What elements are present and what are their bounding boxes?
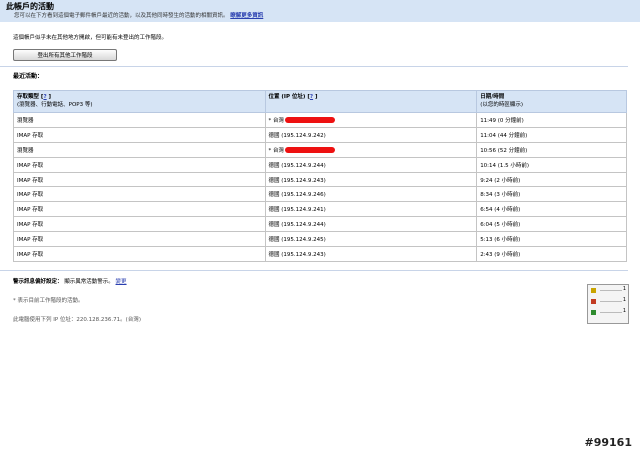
col-datetime-sub: (以您的時區顯示)	[480, 102, 523, 108]
location-cell: 德國 (195.124.9.241)	[264, 201, 478, 218]
location-cell: 德國 (195.124.9.243)	[264, 246, 478, 262]
access-type-cell: IMAP 存取	[13, 231, 266, 248]
leaf-icon	[591, 310, 596, 315]
datetime-cell: 6:54 (4 小時前)	[476, 201, 627, 218]
sign-out-all-sessions-button[interactable]: 登出所有其他工作階段	[13, 49, 117, 61]
side-widget: 1 1 1	[587, 284, 629, 324]
location-cell: 德國 (195.124.9.245)	[264, 231, 478, 248]
location-text: * 台灣	[268, 147, 285, 154]
access-type-cell: IMAP 存取	[13, 156, 266, 173]
session-note: 這個帳戶似乎未在其他地方開啟，但可能有未登出的工作階段。	[13, 35, 168, 41]
page-header: 此帳戶的活動 您可以在下方看到這個電子郵件帳戶最近的活動，以及其他同時發生的活動…	[0, 0, 640, 22]
datetime-cell: 11:49 (0 分鐘前)	[476, 112, 627, 128]
table-row: IMAP 存取 德國 (195.124.9.244) 6:04 (5 小時前)	[13, 216, 627, 233]
widget-bar	[600, 301, 622, 302]
widget-count: 1	[622, 297, 626, 303]
change-alert-link[interactable]: 變更	[116, 279, 127, 285]
location-cell: 德國 (195.124.9.243)	[264, 171, 478, 188]
table-row: IMAP 存取 德國 (195.124.9.241) 6:54 (4 小時前)	[13, 201, 627, 218]
col-datetime: 日期/時間 (以您的時區顯示)	[476, 90, 627, 113]
col-access-type-sub: (瀏覽器、行動電話、POP3 等)	[17, 102, 93, 108]
datetime-cell: 8:34 (3 小時前)	[476, 186, 627, 203]
page-description: 您可以在下方看到這個電子郵件帳戶最近的活動，以及其他同時發生的活動的相關資訊。 …	[6, 12, 634, 21]
location-cell: * 台灣	[264, 141, 478, 158]
col-access-type: 存取類型 [? ] (瀏覽器、行動電話、POP3 等)	[13, 90, 266, 113]
alert-preference-label: 警示訊息偏好設定：	[13, 279, 63, 285]
widget-bar	[600, 290, 622, 291]
datetime-cell: 6:04 (5 小時前)	[476, 216, 627, 233]
recent-activity-heading: 最近活動：	[13, 73, 44, 80]
access-type-cell: IMAP 存取	[13, 246, 266, 262]
location-cell: 德國 (195.124.9.244)	[264, 156, 478, 173]
location-text: 德國 (195.124.9.244)	[268, 222, 326, 229]
access-type-cell: IMAP 存取	[13, 216, 266, 233]
access-type-cell: 瀏覽器	[13, 112, 266, 128]
location-cell: 德國 (195.124.9.246)	[264, 186, 478, 203]
location-text: 德國 (195.124.9.246)	[268, 192, 326, 199]
learn-more-link[interactable]: 瞭解更多資訊	[230, 13, 263, 19]
table-row: 瀏覽器 * 台灣 11:49 (0 分鐘前)	[13, 112, 627, 128]
access-type-cell: IMAP 存取	[13, 126, 266, 143]
current-session-footnote: * 表示目前工作階段的活動。	[13, 298, 84, 304]
widget-bar	[600, 312, 622, 313]
access-type-cell: 瀏覽器	[13, 141, 266, 158]
location-text: 德國 (195.124.9.244)	[268, 162, 326, 169]
location-text: 德國 (195.124.9.242)	[268, 132, 326, 139]
datetime-cell: 2:43 (9 小時前)	[476, 246, 627, 262]
alert-preference: 警示訊息偏好設定： 顯示異常活動警示。 變更	[13, 277, 127, 285]
widget-row[interactable]: 1	[588, 296, 628, 307]
table-row: IMAP 存取 德國 (195.124.9.243) 2:43 (9 小時前)	[13, 246, 627, 262]
divider	[0, 66, 628, 67]
folder-icon	[591, 299, 596, 304]
table-row: 瀏覽器 * 台灣 10:56 (52 分鐘前)	[13, 141, 627, 158]
divider	[0, 270, 628, 271]
redaction-mark	[285, 117, 335, 124]
location-text: 德國 (195.124.9.243)	[268, 177, 326, 184]
location-text: 德國 (195.124.9.241)	[268, 207, 326, 214]
access-type-cell: IMAP 存取	[13, 186, 266, 203]
table-row: IMAP 存取 德國 (195.124.9.242) 11:04 (44 分鐘前)	[13, 126, 627, 143]
access-type-cell: IMAP 存取	[13, 171, 266, 188]
widget-row[interactable]: 1	[588, 307, 628, 318]
table-row: IMAP 存取 德國 (195.124.9.244) 10:14 (1.5 小時前)	[13, 156, 627, 173]
location-text: * 台灣	[268, 117, 285, 124]
widget-count: 1	[622, 286, 626, 292]
col-location: 位置 (IP 位址) [? ]	[264, 90, 478, 113]
activity-table: 存取類型 [? ] (瀏覽器、行動電話、POP3 等) 位置 (IP 位址) […	[13, 90, 627, 262]
table-row: IMAP 存取 德國 (195.124.9.246) 8:34 (3 小時前)	[13, 186, 627, 203]
location-text: 德國 (195.124.9.245)	[268, 237, 326, 244]
location-text: 德國 (195.124.9.243)	[268, 251, 326, 258]
redaction-mark	[285, 147, 335, 154]
table-row: IMAP 存取 德國 (195.124.9.245) 5:13 (6 小時前)	[13, 231, 627, 248]
description-text: 您可以在下方看到這個電子郵件帳戶最近的活動，以及其他同時發生的活動的相關資訊。	[14, 13, 229, 19]
location-cell: 德國 (195.124.9.244)	[264, 216, 478, 233]
ip-address-info: 此電腦使用下列 IP 位址：220.128.236.71。(台灣)	[13, 317, 141, 323]
alert-preference-value: 顯示異常活動警示。	[64, 279, 114, 285]
star-icon	[591, 288, 596, 293]
widget-row[interactable]: 1	[588, 285, 628, 296]
table-row: IMAP 存取 德國 (195.124.9.243) 9:24 (2 小時前)	[13, 171, 627, 188]
access-type-cell: IMAP 存取	[13, 201, 266, 218]
datetime-cell: 9:24 (2 小時前)	[476, 171, 627, 188]
location-cell: * 台灣	[264, 112, 478, 128]
datetime-cell: 10:14 (1.5 小時前)	[476, 156, 627, 173]
datetime-cell: 5:13 (6 小時前)	[476, 231, 627, 248]
datetime-cell: 10:56 (52 分鐘前)	[476, 141, 627, 158]
datetime-cell: 11:04 (44 分鐘前)	[476, 126, 627, 143]
watermark: #99161	[584, 436, 633, 449]
page-title: 此帳戶的活動	[6, 2, 54, 11]
widget-count: 1	[622, 308, 626, 314]
location-cell: 德國 (195.124.9.242)	[264, 126, 478, 143]
